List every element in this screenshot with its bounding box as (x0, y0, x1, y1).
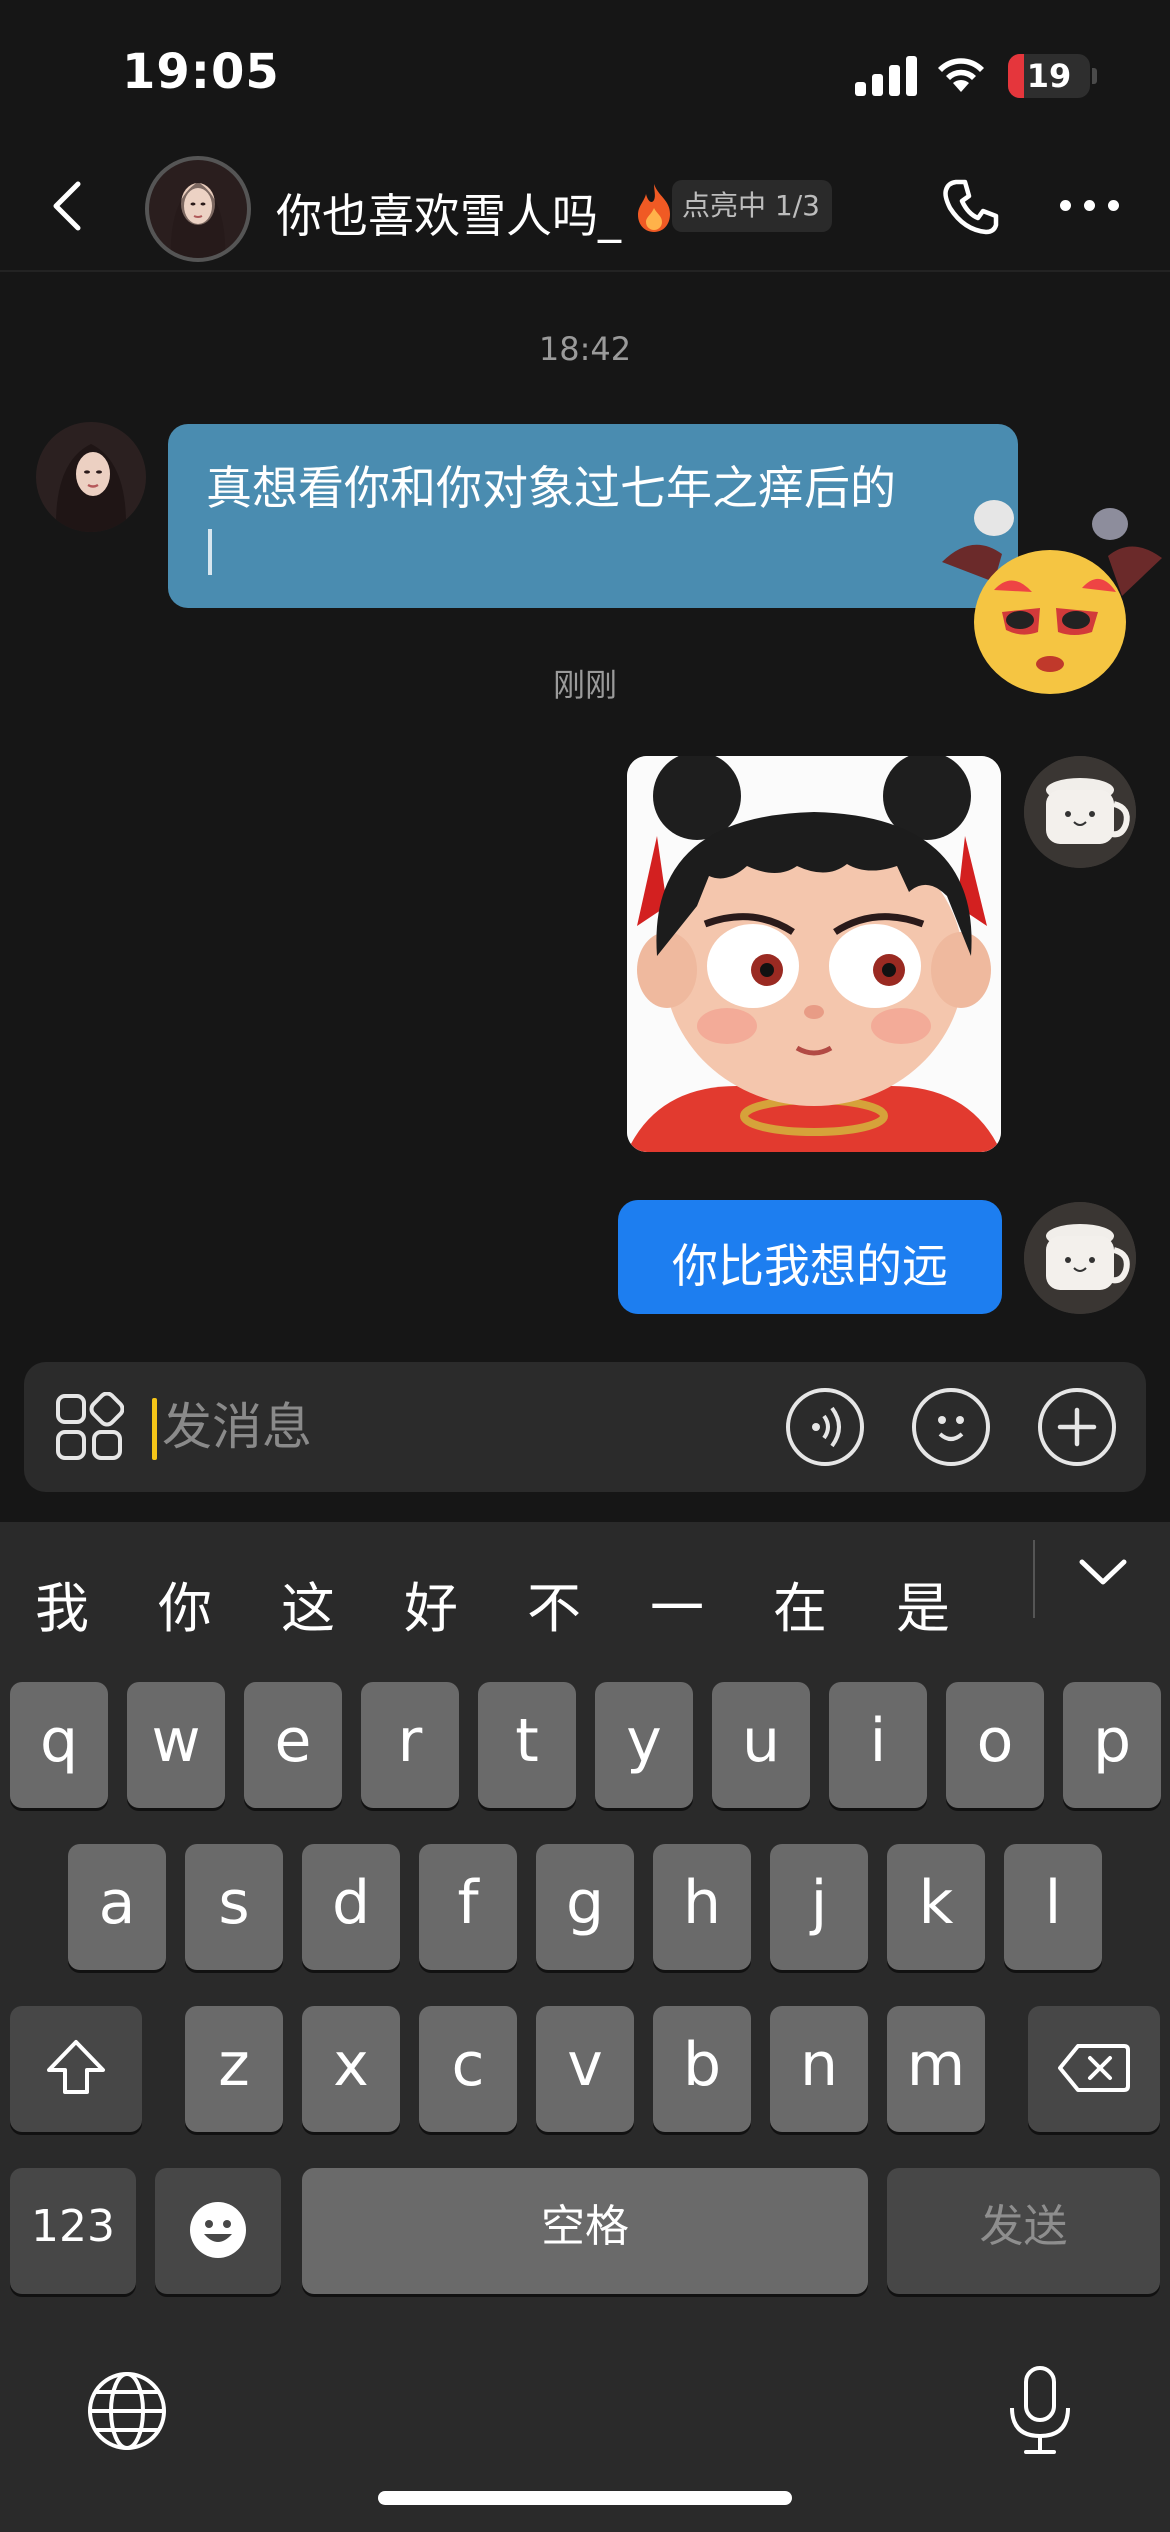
incoming-message-text: 真想看你和你对象过七年之痒后的 (206, 461, 896, 515)
battery-level: 19 (1026, 57, 1072, 95)
smiley-glyph (938, 1416, 964, 1441)
keyboard: 我 你 这 好 不 一 在 是 q w e r t y u i o p a s … (0, 1522, 1170, 2532)
streak-badge[interactable]: 点亮中 1/3 (672, 180, 832, 232)
key-a[interactable]: a (68, 1844, 166, 1970)
key-v[interactable]: v (536, 2006, 634, 2132)
candidate-divider (1033, 1540, 1035, 1618)
numbers-key[interactable]: 123 (10, 2168, 136, 2294)
cartoon-girl-sticker (627, 756, 1001, 1152)
avatar-portrait (170, 182, 226, 258)
cellular-signal-icon (855, 56, 917, 96)
home-indicator[interactable] (378, 2491, 792, 2505)
key-o[interactable]: o (946, 1682, 1044, 1808)
backspace-icon (1058, 2044, 1130, 2092)
key-y[interactable]: y (595, 1682, 693, 1808)
voice-wave-glyph (812, 1406, 841, 1448)
chat-screen: 19:05 19 你也喜欢雪人吗_ 点亮中 1/3 18:42 真想看你和你对象… (0, 0, 1170, 2532)
key-c[interactable]: c (419, 2006, 517, 2132)
key-b[interactable]: b (653, 2006, 751, 2132)
voice-icon[interactable] (786, 1388, 864, 1466)
cat-mug-avatar (1024, 1202, 1136, 1314)
message-input[interactable] (162, 1387, 762, 1467)
message-timestamp: 刚刚 (552, 666, 617, 704)
shift-key[interactable] (10, 2006, 142, 2132)
outgoing-image-message[interactable] (627, 756, 1001, 1152)
send-key[interactable]: 发送 (887, 2168, 1160, 2294)
candidate-word[interactable]: 是 (883, 1564, 963, 1643)
candidate-word[interactable]: 我 (22, 1564, 102, 1643)
emoji-key[interactable] (155, 2168, 281, 2294)
candidate-word[interactable]: 一 (637, 1564, 717, 1643)
candidate-word[interactable]: 这 (268, 1564, 348, 1643)
chat-header: 你也喜欢雪人吗_ 点亮中 1/3 (0, 150, 1170, 272)
phone-icon[interactable] (938, 174, 1004, 240)
key-w[interactable]: w (127, 1682, 225, 1808)
battery-indicator: 19 (1008, 54, 1090, 98)
key-d[interactable]: d (302, 1844, 400, 1970)
contact-message-avatar[interactable] (36, 422, 146, 532)
key-q[interactable]: q (10, 1682, 108, 1808)
input-cursor (152, 1398, 157, 1460)
key-r[interactable]: r (361, 1682, 459, 1808)
space-key[interactable]: 空格 (302, 2168, 868, 2294)
outgoing-message-text: 你比我想的远 (672, 1239, 948, 1293)
key-s[interactable]: s (185, 1844, 283, 1970)
key-z[interactable]: z (185, 2006, 283, 2132)
key-n[interactable]: n (770, 2006, 868, 2132)
contact-avatar[interactable] (145, 156, 251, 262)
candidate-word[interactable]: 在 (760, 1564, 840, 1643)
globe-icon[interactable] (84, 2368, 170, 2454)
key-m[interactable]: m (887, 2006, 985, 2132)
backspace-key[interactable] (1028, 2006, 1160, 2132)
message-composer (24, 1362, 1146, 1492)
key-p[interactable]: p (1063, 1682, 1161, 1808)
key-x[interactable]: x (302, 2006, 400, 2132)
chevron-left-icon[interactable] (40, 176, 100, 236)
text-cursor (208, 529, 212, 575)
candidate-word[interactable]: 好 (391, 1564, 471, 1643)
candidate-bar: 我 你 这 好 不 一 在 是 (0, 1522, 1170, 1682)
key-g[interactable]: g (536, 1844, 634, 1970)
key-j[interactable]: j (770, 1844, 868, 1970)
candidate-word[interactable]: 你 (145, 1564, 225, 1643)
my-avatar[interactable] (1024, 756, 1136, 868)
my-avatar[interactable] (1024, 1202, 1136, 1314)
message-timestamp: 18:42 (538, 330, 632, 368)
outgoing-message-bubble[interactable]: 你比我想的远 (618, 1200, 1002, 1314)
key-i[interactable]: i (829, 1682, 927, 1808)
status-bar: 19:05 19 (0, 0, 1170, 150)
microphone-icon[interactable] (1002, 2364, 1078, 2460)
key-h[interactable]: h (653, 1844, 751, 1970)
incoming-message-bubble[interactable]: 真想看你和你对象过七年之痒后的 (168, 424, 1018, 608)
key-t[interactable]: t (478, 1682, 576, 1808)
emoji-icon[interactable] (912, 1388, 990, 1466)
plus-glyph (1057, 1407, 1097, 1447)
plus-icon[interactable] (1038, 1388, 1116, 1466)
key-l[interactable]: l (1004, 1844, 1102, 1970)
contact-name[interactable]: 你也喜欢雪人吗_ (276, 180, 621, 246)
emoji-key-icon (190, 2202, 246, 2258)
apps-grid-icon[interactable] (54, 1392, 124, 1462)
shift-icon (47, 2040, 105, 2094)
wifi-icon (938, 58, 984, 92)
key-f[interactable]: f (419, 1844, 517, 1970)
cat-mug-avatar (1024, 756, 1136, 868)
avatar-portrait (55, 444, 127, 532)
status-time: 19:05 (122, 44, 280, 100)
chevron-down-icon[interactable] (1068, 1544, 1138, 1604)
key-k[interactable]: k (887, 1844, 985, 1970)
candidate-word[interactable]: 不 (514, 1564, 594, 1643)
key-u[interactable]: u (712, 1682, 810, 1808)
battery-tip (1092, 68, 1097, 84)
fire-icon (638, 184, 670, 232)
more-dots-icon[interactable] (1060, 198, 1120, 214)
key-e[interactable]: e (244, 1682, 342, 1808)
